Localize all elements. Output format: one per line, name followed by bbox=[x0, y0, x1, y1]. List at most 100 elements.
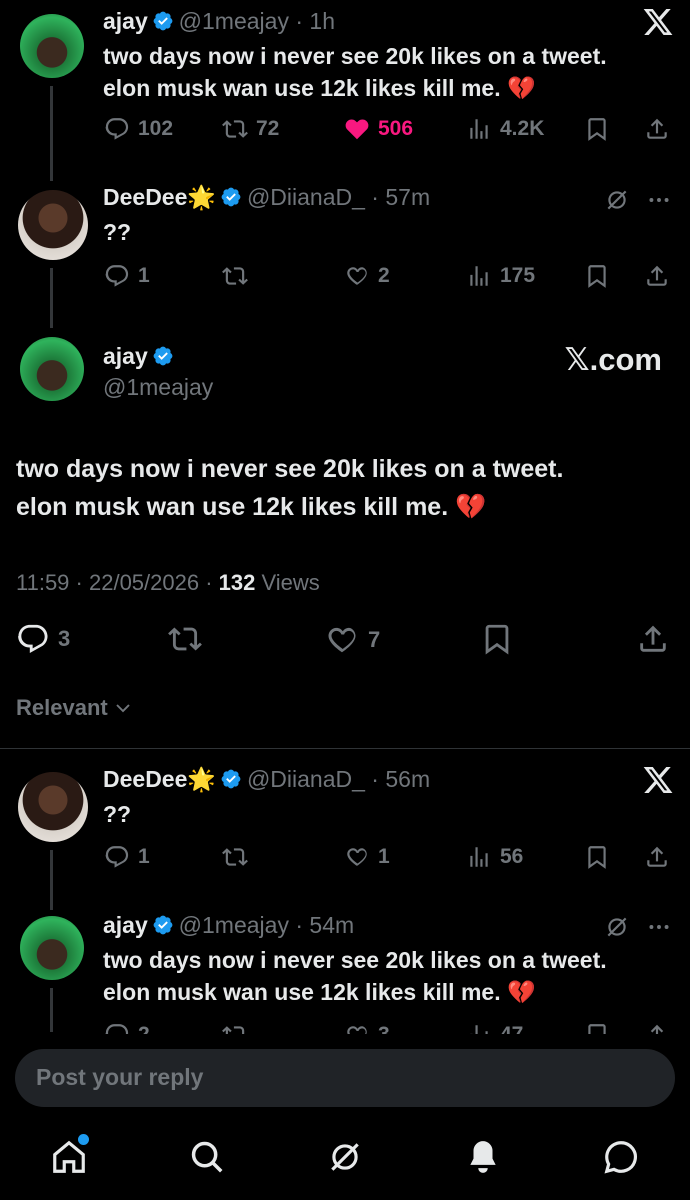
thread-line bbox=[50, 988, 53, 1032]
reply-button[interactable]: 102 bbox=[104, 116, 173, 142]
avatar[interactable] bbox=[20, 14, 84, 78]
retweet-button[interactable] bbox=[222, 1022, 248, 1034]
views-count: 132 bbox=[218, 570, 256, 595]
timestamp[interactable]: 1h bbox=[309, 8, 335, 34]
timestamp[interactable]: 57m bbox=[385, 184, 430, 210]
tweet-meta: 11:59 · 22/05/2026 · 132 Views bbox=[16, 570, 320, 595]
grok-icon[interactable] bbox=[604, 187, 630, 213]
reply-icon bbox=[104, 1022, 130, 1034]
tweet-text: ?? bbox=[103, 219, 132, 245]
timestamp[interactable]: 56m bbox=[385, 766, 430, 792]
bookmark-button[interactable] bbox=[480, 622, 514, 656]
share-icon bbox=[644, 263, 670, 289]
retweet-button[interactable] bbox=[168, 622, 202, 656]
bookmark-button[interactable] bbox=[584, 263, 610, 289]
bookmark-button[interactable] bbox=[584, 844, 610, 870]
sort-dropdown[interactable]: Relevant bbox=[16, 695, 132, 721]
share-button[interactable] bbox=[644, 116, 670, 142]
share-button[interactable] bbox=[644, 263, 670, 289]
nav-notifications[interactable] bbox=[464, 1138, 502, 1181]
like-button[interactable]: 7 bbox=[324, 622, 380, 658]
author-name[interactable]: ajay bbox=[103, 912, 148, 938]
divider bbox=[0, 748, 690, 749]
nav-home[interactable] bbox=[50, 1134, 89, 1181]
avatar[interactable] bbox=[20, 916, 84, 980]
share-button[interactable] bbox=[636, 622, 670, 656]
reply-count: 1 bbox=[138, 264, 150, 287]
tweet-header: DeeDee🌟 @DiianaD_ · 56m bbox=[103, 766, 431, 792]
share-icon bbox=[644, 116, 670, 142]
tweet-text-line: two days now i never see 20k likes on a … bbox=[103, 947, 607, 973]
author-handle[interactable]: @DiianaD_ bbox=[247, 184, 365, 210]
heart-icon bbox=[344, 1022, 370, 1034]
author-handle[interactable]: @1meajay bbox=[179, 8, 289, 34]
bookmark-button[interactable] bbox=[584, 1022, 610, 1034]
tweet-header: ajay @1meajay · 54m bbox=[103, 912, 355, 938]
share-button[interactable] bbox=[644, 1022, 670, 1034]
share-icon bbox=[636, 622, 670, 656]
tweet-header: DeeDee🌟 @DiianaD_ · 57m bbox=[103, 184, 431, 210]
tweet-text: ?? bbox=[103, 801, 132, 827]
like-button[interactable]: 506 bbox=[344, 116, 413, 142]
reply-icon bbox=[16, 622, 50, 656]
bookmark-icon bbox=[584, 844, 610, 870]
retweet-icon bbox=[222, 116, 248, 142]
views-button[interactable]: 175 bbox=[466, 263, 535, 289]
like-count: 3 bbox=[378, 1023, 390, 1034]
avatar[interactable] bbox=[18, 772, 88, 842]
x-logo-icon bbox=[642, 6, 674, 38]
reply-button[interactable]: 3 bbox=[16, 622, 70, 656]
author-name[interactable]: DeeDee🌟 bbox=[103, 766, 216, 792]
author-name[interactable]: ajay bbox=[103, 8, 148, 34]
author-name[interactable]: DeeDee🌟 bbox=[103, 184, 216, 210]
bookmark-button[interactable] bbox=[584, 116, 610, 142]
views-button[interactable]: 4.2K bbox=[466, 116, 544, 142]
views-button[interactable]: 56 bbox=[466, 844, 523, 870]
author-block: ajay @1meajay bbox=[103, 343, 213, 401]
reply-button[interactable]: 1 bbox=[104, 844, 150, 870]
brand-watermark: 𝕏.com bbox=[564, 342, 662, 377]
grok-icon[interactable] bbox=[604, 914, 630, 940]
verified-icon bbox=[152, 10, 174, 32]
heart-icon bbox=[324, 622, 360, 658]
author-name[interactable]: ajay bbox=[103, 343, 148, 369]
retweet-button[interactable]: 72 bbox=[222, 116, 279, 142]
nav-grok[interactable] bbox=[326, 1138, 364, 1181]
more-icon[interactable] bbox=[646, 914, 672, 940]
author-handle[interactable]: @1meajay bbox=[103, 374, 213, 401]
share-button[interactable] bbox=[644, 844, 670, 870]
avatar[interactable] bbox=[20, 337, 84, 401]
chevron-down-icon bbox=[116, 704, 130, 713]
author-handle[interactable]: @1meajay bbox=[179, 912, 289, 938]
heart-icon bbox=[344, 263, 370, 289]
views-button[interactable]: 47 bbox=[466, 1022, 523, 1034]
like-button[interactable]: 1 bbox=[344, 844, 390, 870]
action-bar: 1 2 175 bbox=[104, 261, 674, 295]
like-button[interactable]: 2 bbox=[344, 263, 390, 289]
retweet-button[interactable] bbox=[222, 263, 248, 289]
tweet-time[interactable]: 11:59 bbox=[16, 570, 69, 595]
verified-icon bbox=[220, 186, 242, 208]
views-icon bbox=[466, 263, 492, 289]
more-icon[interactable] bbox=[646, 187, 672, 213]
tweet-text-line: two days now i never see 20k likes on a … bbox=[103, 43, 607, 69]
nav-search[interactable] bbox=[188, 1138, 226, 1181]
tweet-date[interactable]: 22/05/2026 bbox=[89, 570, 199, 595]
retweet-button[interactable] bbox=[222, 844, 248, 870]
views-icon bbox=[466, 844, 492, 870]
tweet-header: ajay @1meajay · 1h bbox=[103, 8, 336, 34]
view-count: 4.2K bbox=[500, 117, 545, 140]
reply-button[interactable]: 2 bbox=[104, 1022, 150, 1034]
bookmark-icon bbox=[584, 263, 610, 289]
bookmark-icon bbox=[584, 1022, 610, 1034]
verified-icon bbox=[220, 768, 242, 790]
timestamp[interactable]: 54m bbox=[309, 912, 354, 938]
reply-button[interactable]: 1 bbox=[104, 263, 150, 289]
like-button[interactable]: 3 bbox=[344, 1022, 390, 1034]
reply-count: 102 bbox=[138, 117, 174, 140]
author-handle[interactable]: @DiianaD_ bbox=[247, 766, 365, 792]
avatar[interactable] bbox=[18, 190, 88, 260]
reply-composer[interactable]: Post your reply bbox=[15, 1049, 675, 1107]
tweet-text: two days now i never see 20k likes on a … bbox=[103, 944, 607, 1008]
nav-messages[interactable] bbox=[602, 1138, 640, 1181]
